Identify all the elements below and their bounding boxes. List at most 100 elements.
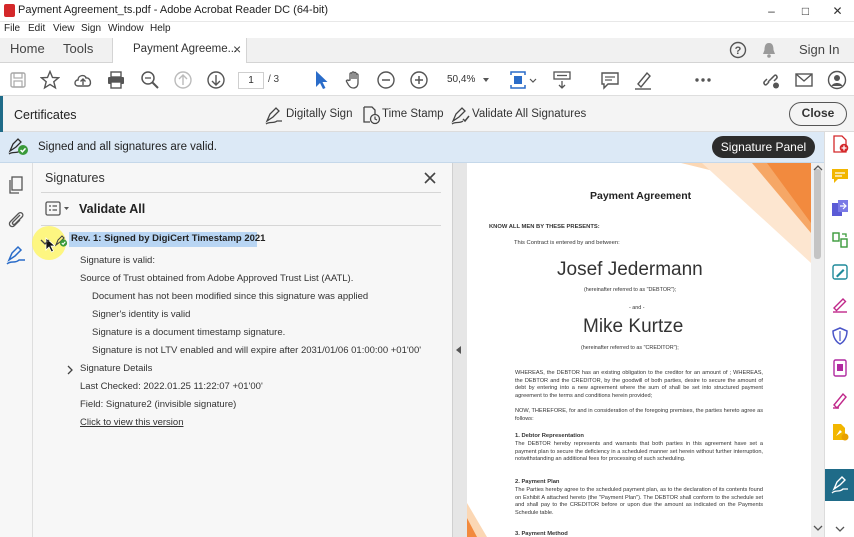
zoom-level-select[interactable]: 50,4% bbox=[441, 71, 495, 89]
tab-document[interactable]: Payment Agreeme... × bbox=[112, 38, 247, 63]
signature-panel-button[interactable]: Signature Panel bbox=[712, 136, 815, 158]
certificates-toolbar: Certificates Digitally Sign Time Stamp V… bbox=[0, 96, 854, 132]
doc-section3-title: 3. Payment Method bbox=[515, 531, 568, 537]
save-icon[interactable] bbox=[7, 69, 29, 91]
chevron-down-icon bbox=[483, 78, 489, 82]
close-certificates-button[interactable]: Close bbox=[789, 102, 847, 126]
last-checked-text: Last Checked: 2022.01.25 11:22:07 +01'00… bbox=[80, 381, 263, 392]
doc-know-all: KNOW ALL MEN BY THESE PRESENTS: bbox=[489, 224, 600, 230]
menu-window[interactable]: Window bbox=[108, 23, 144, 34]
certificates-icon bbox=[831, 476, 848, 494]
next-page-icon[interactable] bbox=[205, 69, 227, 91]
certificates-title: Certificates bbox=[14, 108, 77, 122]
viewer-scroll-up-icon[interactable] bbox=[813, 163, 823, 173]
doc-section1-text: The DEBTOR hereby represents and warrant… bbox=[515, 441, 763, 463]
view-version-link[interactable]: Click to view this version bbox=[80, 417, 183, 428]
redact-icon[interactable] bbox=[830, 390, 850, 410]
right-tools-rail bbox=[824, 132, 854, 537]
revision-selection[interactable]: Rev. 1: Signed by DigiCert Timestamp 202… bbox=[69, 232, 265, 247]
more-tools-icon[interactable] bbox=[692, 69, 714, 91]
doc-title: Payment Agreement bbox=[590, 190, 692, 202]
validate-signature-icon bbox=[451, 107, 470, 125]
tab-close-icon[interactable]: × bbox=[233, 41, 241, 57]
highlight-pen-icon[interactable] bbox=[632, 69, 654, 91]
previous-page-icon[interactable] bbox=[172, 69, 194, 91]
organize-pages-icon[interactable] bbox=[830, 230, 850, 250]
page-fit-icon[interactable] bbox=[508, 69, 538, 91]
signatures-panel-title: Signatures bbox=[45, 171, 105, 185]
doc-party1-name: Josef Jedermann bbox=[557, 259, 703, 280]
doc-whereas-paragraph: WHEREAS, the DEBTOR has an existing obli… bbox=[515, 370, 763, 399]
edit-pdf-icon[interactable] bbox=[830, 262, 850, 282]
hand-tool-icon[interactable] bbox=[343, 69, 365, 91]
options-list-icon bbox=[45, 201, 69, 216]
title-bar: Payment Agreement_ts.pdf - Adobe Acrobat… bbox=[0, 0, 854, 22]
rail-scroll-down-icon[interactable] bbox=[835, 524, 845, 534]
minimize-button[interactable]: – bbox=[755, 0, 788, 22]
print-icon[interactable] bbox=[105, 69, 127, 91]
zoom-in-icon[interactable] bbox=[408, 69, 430, 91]
menu-view[interactable]: View bbox=[53, 23, 75, 34]
share-link-icon[interactable] bbox=[760, 69, 782, 91]
doc-entered: This Contract is entered by and between: bbox=[514, 240, 620, 246]
tab-document-label: Payment Agreeme... bbox=[133, 43, 238, 55]
signatures-panel-icon[interactable] bbox=[6, 245, 26, 265]
zoom-level-value: 50,4% bbox=[447, 74, 476, 85]
panel-divider bbox=[41, 192, 441, 193]
vertical-scrollbar[interactable] bbox=[811, 163, 824, 537]
export-pdf-icon[interactable] bbox=[830, 198, 850, 218]
scrollbar-thumb[interactable] bbox=[814, 169, 821, 259]
window-title: Payment Agreement_ts.pdf - Adobe Acrobat… bbox=[18, 4, 328, 16]
doc-section1-title: 1. Debtor Representation bbox=[515, 433, 584, 439]
doc-and: - and - bbox=[629, 305, 645, 311]
digitally-sign-label: Digitally Sign bbox=[286, 108, 353, 120]
user-account-icon[interactable] bbox=[826, 69, 848, 91]
select-cursor-icon[interactable] bbox=[310, 69, 332, 91]
tab-home[interactable]: Home bbox=[10, 41, 45, 56]
signature-details-label[interactable]: Signature Details bbox=[80, 363, 152, 374]
close-window-button[interactable]: ✕ bbox=[821, 0, 854, 22]
maximize-button[interactable]: □ bbox=[789, 0, 822, 22]
collapse-revision-chevron-icon[interactable] bbox=[39, 236, 51, 248]
menu-bar: File Edit View Sign Window Help bbox=[0, 22, 854, 38]
collapse-panel-arrow-icon[interactable] bbox=[456, 346, 461, 354]
ltv-status-text: Signature is not LTV enabled and will ex… bbox=[92, 345, 422, 356]
fill-sign-icon[interactable] bbox=[830, 294, 850, 314]
request-signature-icon[interactable] bbox=[830, 422, 850, 442]
menu-edit[interactable]: Edit bbox=[28, 23, 45, 34]
comment-tool-icon[interactable] bbox=[830, 166, 850, 186]
options-menu-button[interactable] bbox=[45, 201, 73, 217]
comment-icon[interactable] bbox=[599, 69, 621, 91]
zoom-search-icon[interactable] bbox=[139, 69, 161, 91]
tab-tools[interactable]: Tools bbox=[63, 41, 93, 56]
close-panel-icon[interactable] bbox=[423, 171, 437, 185]
signature-valid-icon bbox=[8, 138, 28, 155]
signature-valid-small-icon bbox=[54, 234, 68, 248]
notifications-bell-icon[interactable] bbox=[760, 41, 778, 59]
sign-in-link[interactable]: Sign In bbox=[799, 42, 839, 57]
certificates-tool-active[interactable] bbox=[825, 469, 854, 501]
signature-field-text: Field: Signature2 (invisible signature) bbox=[80, 399, 237, 410]
zoom-out-icon[interactable] bbox=[375, 69, 397, 91]
viewer-scroll-down-icon[interactable] bbox=[813, 523, 823, 533]
menu-help[interactable]: Help bbox=[150, 23, 171, 34]
expand-details-chevron-icon[interactable] bbox=[65, 364, 75, 376]
email-icon[interactable] bbox=[793, 69, 815, 91]
menu-sign[interactable]: Sign bbox=[81, 23, 101, 34]
panel-divider-2 bbox=[41, 225, 441, 226]
protect-icon[interactable] bbox=[830, 326, 850, 346]
validate-all-link[interactable]: Validate All bbox=[79, 202, 145, 216]
upload-cloud-icon[interactable] bbox=[72, 69, 94, 91]
page-thumbnails-icon[interactable] bbox=[6, 175, 26, 195]
page-number-input[interactable]: 1 bbox=[238, 72, 264, 89]
doc-party2-ref: (hereinafter referred to as "CREDITOR"); bbox=[581, 345, 679, 351]
compress-icon[interactable] bbox=[830, 358, 850, 378]
help-icon[interactable]: ? bbox=[729, 41, 747, 59]
attachments-icon[interactable] bbox=[6, 209, 26, 229]
tab-bar: Home Tools Payment Agreeme... × ? Sign I… bbox=[0, 38, 854, 63]
bookmark-star-icon[interactable] bbox=[39, 69, 61, 91]
scrolling-mode-icon[interactable] bbox=[551, 69, 573, 91]
doc-section2-title: 2. Payment Plan bbox=[515, 479, 560, 485]
add-pdf-icon[interactable] bbox=[830, 134, 850, 154]
menu-file[interactable]: File bbox=[4, 23, 20, 34]
